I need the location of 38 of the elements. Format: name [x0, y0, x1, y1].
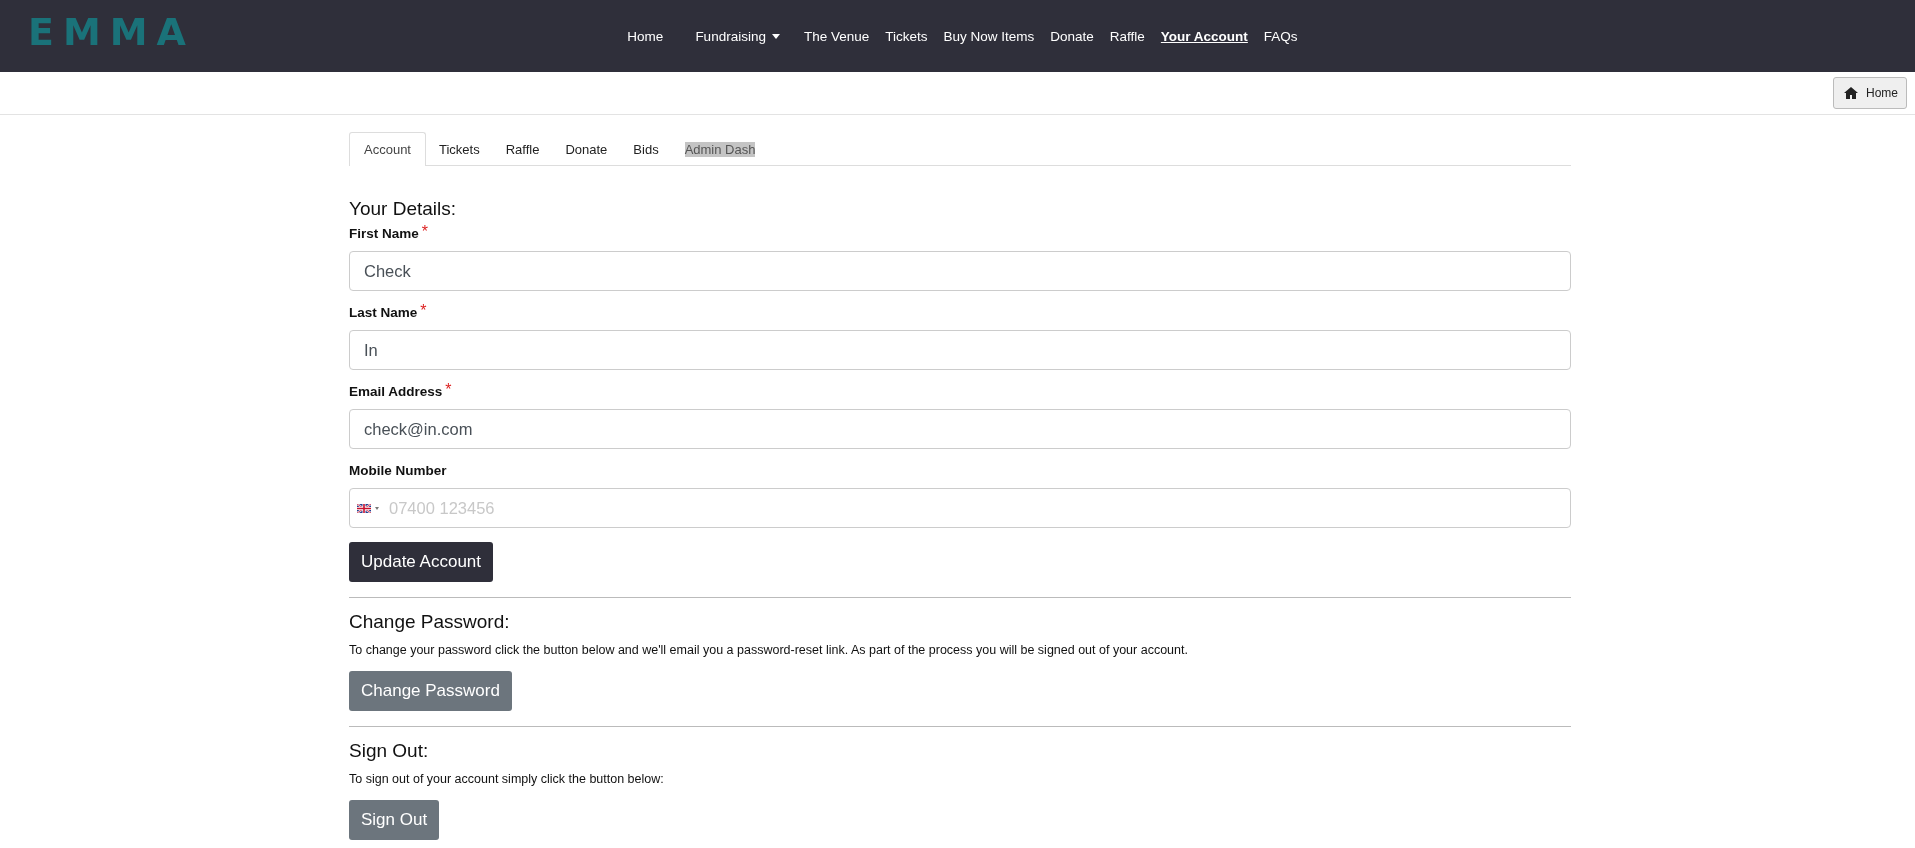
section-heading: Change Password:	[349, 611, 510, 633]
caret-icon	[375, 506, 379, 510]
required-mark: *	[421, 226, 428, 238]
tab[interactable]: Account	[349, 132, 426, 166]
update-account-button[interactable]: Update Account	[349, 542, 494, 582]
tab[interactable]: Donate	[552, 132, 621, 166]
text-field[interactable]: check@in.com	[349, 409, 1571, 449]
nav-link[interactable]: Home	[619, 28, 680, 44]
tab[interactable]: Raffle	[492, 132, 553, 166]
field-label: First Name	[349, 226, 419, 241]
section-description: To change your password click the button below and we'll email you a password-reset link. As part of the process you will be signed out of your account.	[349, 643, 1188, 657]
required-mark: *	[420, 305, 427, 317]
field-label: Email Address	[349, 384, 443, 399]
home-icon	[1844, 87, 1858, 99]
flag-icon	[357, 503, 371, 513]
nav-link[interactable]: FAQs	[1255, 28, 1306, 44]
text-field[interactable]: In	[349, 330, 1571, 370]
nav-link[interactable]: Buy Now Items	[935, 28, 1043, 44]
field-label: Mobile Number	[349, 463, 447, 478]
home-button[interactable]: Home	[1833, 77, 1907, 109]
section-heading: Sign Out:	[349, 740, 429, 762]
tab[interactable]: Bids	[620, 132, 672, 166]
field-label: Last Name	[349, 305, 418, 320]
nav-link[interactable]: Tickets	[877, 28, 936, 44]
nav-link[interactable]: The Venue	[795, 28, 878, 44]
section-button[interactable]: Change Password	[349, 671, 512, 711]
nav-link[interactable]: Fundraising	[679, 28, 796, 44]
caret-icon	[771, 33, 780, 39]
tab[interactable]: Admin Dash	[671, 132, 769, 166]
tab[interactable]: Tickets	[426, 132, 493, 166]
text-field[interactable]: Check	[349, 251, 1571, 291]
nav-link[interactable]: Raffle	[1101, 28, 1153, 44]
nav-link[interactable]: Donate	[1042, 28, 1102, 44]
section-description: To sign out of your account simply click the button below:	[349, 772, 664, 786]
section-button[interactable]: Sign Out	[349, 800, 440, 840]
nav-link[interactable]: Your Account	[1152, 28, 1256, 44]
required-mark: *	[445, 384, 452, 396]
section-heading: Your Details:	[349, 198, 457, 220]
